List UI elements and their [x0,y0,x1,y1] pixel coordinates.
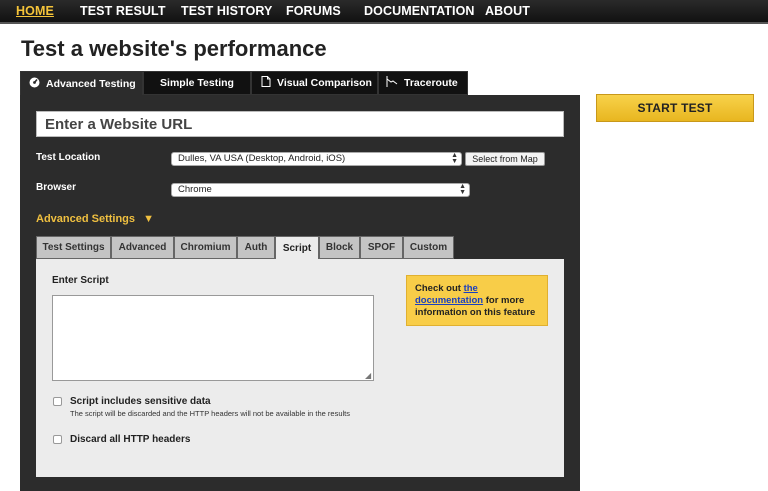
top-nav: HOME TEST RESULT TEST HISTORY FORUMS DOC… [0,0,768,24]
nav-forums[interactable]: FORUMS [286,4,341,18]
resize-grip-icon[interactable]: ◢ [365,372,373,380]
info-text-suffix: for more [483,295,525,306]
browser-value: Chrome [178,184,212,195]
subtab-advanced[interactable]: Advanced [111,236,174,259]
subtab-auth[interactable]: Auth [237,236,275,259]
subtab-test-settings[interactable]: Test Settings [36,236,111,259]
subtab-custom[interactable]: Custom [403,236,454,259]
document-icon [261,76,271,90]
select-from-map-button[interactable]: Select from Map [465,152,545,166]
subtab-block[interactable]: Block [319,236,360,259]
browser-label: Browser [36,182,77,193]
tab-simple-testing[interactable]: Simple Testing [143,71,251,95]
tab-visual-comparison[interactable]: Visual Comparison [251,71,378,95]
tab-traceroute[interactable]: Traceroute [378,71,468,95]
page-title: Test a website's performance [21,36,327,61]
subtab-script[interactable]: Script [275,236,319,260]
test-location-value: Dulles, VA USA (Desktop, Android, iOS) [178,153,346,164]
start-test-button[interactable]: START TEST [596,94,754,122]
nav-test-history[interactable]: TEST HISTORY [181,4,273,18]
discard-headers-label: Discard all HTTP headers [70,434,191,445]
gauge-icon [29,77,40,91]
triangle-down-icon: ▼ [143,213,154,225]
subtab-spof[interactable]: SPOF [360,236,403,259]
script-textarea[interactable] [52,295,374,381]
documentation-link-the[interactable]: the [464,283,478,294]
sensitive-data-label: Script includes sensitive data [70,396,211,407]
advanced-settings-label: Advanced Settings [36,213,136,225]
traceroute-icon [386,76,398,90]
documentation-link[interactable]: documentation [415,295,483,306]
tab-visual-comparison-label: Visual Comparison [277,77,372,89]
tab-advanced-testing-label: Advanced Testing [46,78,136,90]
tab-traceroute-label: Traceroute [404,77,458,89]
select-arrows-icon: ▲ ▼ [451,152,458,165]
nav-home[interactable]: HOME [16,4,54,18]
advanced-settings-toggle[interactable]: Advanced Settings ▼ [36,213,154,225]
url-input[interactable] [36,111,564,137]
enter-script-label: Enter Script [52,275,109,286]
test-location-label: Test Location [36,152,101,163]
documentation-info-box: Check out the documentation for more inf… [406,275,548,326]
discard-headers-checkbox[interactable] [53,435,62,444]
tab-simple-testing-label: Simple Testing [160,77,234,89]
subtab-chromium[interactable]: Chromium [174,236,237,259]
info-text-prefix: Check out [415,283,464,294]
nav-test-result[interactable]: TEST RESULT [80,4,166,18]
browser-select[interactable]: Chrome ▲ ▼ [171,183,470,197]
sensitive-data-checkbox[interactable] [53,397,62,406]
test-location-select[interactable]: Dulles, VA USA (Desktop, Android, iOS) ▲… [171,152,462,166]
sensitive-data-note: The script will be discarded and the HTT… [70,409,351,418]
tab-advanced-testing[interactable]: Advanced Testing [20,71,143,96]
info-text-end: information on this feature [415,307,536,318]
select-arrows-icon: ▲ ▼ [459,183,466,196]
nav-about[interactable]: ABOUT [485,4,530,18]
nav-documentation[interactable]: DOCUMENTATION [364,4,475,18]
